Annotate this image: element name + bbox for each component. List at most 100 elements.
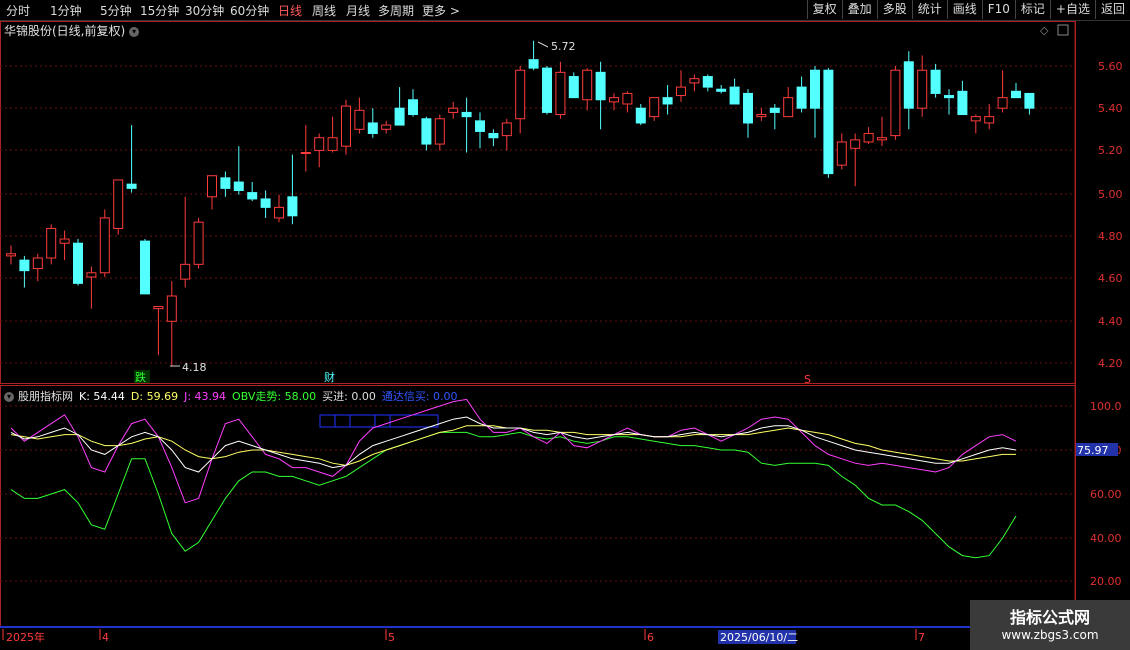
- main-chart-frame: [0, 21, 1076, 384]
- candle: [917, 55, 928, 117]
- candle: [247, 182, 258, 202]
- candle: [823, 68, 834, 178]
- candle: [354, 97, 365, 134]
- candle: [220, 171, 231, 197]
- candle: [769, 103, 780, 130]
- candle: [461, 97, 472, 153]
- indicator-menu-icon[interactable]: ▾: [4, 392, 14, 402]
- candle: [381, 120, 392, 134]
- candle: [193, 217, 204, 269]
- candle: [836, 133, 847, 170]
- price-axis-label: 4.60: [1098, 272, 1123, 285]
- event-s-label[interactable]: S: [804, 373, 811, 386]
- candle: [140, 239, 150, 295]
- obv-value: OBV走势: 58.00: [232, 390, 317, 403]
- indicator-axis-label: 60.00: [1090, 488, 1122, 501]
- candle: [568, 72, 579, 99]
- candle: [99, 209, 110, 277]
- candle: [743, 89, 753, 138]
- candle: [970, 114, 981, 134]
- event-die-label[interactable]: 跌: [135, 370, 146, 384]
- candle: [796, 76, 807, 113]
- watermark-title: 指标公式网: [1009, 608, 1090, 627]
- candle: [890, 66, 901, 140]
- candle: [408, 89, 418, 117]
- candle: [207, 175, 217, 210]
- candle: [421, 116, 432, 151]
- diamond-icon[interactable]: ◇: [1040, 24, 1049, 37]
- candle: [729, 78, 740, 105]
- signal-value: 通达信买: 0.00: [381, 390, 458, 403]
- indicator-axis-label: 20.00: [1090, 575, 1122, 588]
- candle: [341, 99, 351, 155]
- date-label-jul: 7: [918, 631, 925, 644]
- candle: [488, 129, 499, 147]
- indicator-name[interactable]: 股朋指标网: [18, 390, 73, 403]
- candle: [622, 91, 633, 113]
- candle: [542, 66, 552, 115]
- candle: [233, 146, 244, 195]
- candle: [180, 196, 191, 288]
- date-label-jun: 6: [647, 631, 654, 644]
- candle: [394, 87, 405, 126]
- indicator-grid: 100.080.0060.0040.0020.00: [0, 400, 1122, 588]
- indicator-header: ▾ 股朋指标网 K: 54.44 D: 59.69 J: 43.94 OBV走势: 58.…: [4, 388, 464, 404]
- candle: [582, 68, 593, 111]
- indicator-axis-label: 40.00: [1090, 532, 1122, 545]
- price-axis-label: 5.60: [1098, 60, 1123, 73]
- candle: [997, 70, 1008, 113]
- candle: [930, 63, 941, 98]
- candle: [59, 230, 70, 261]
- date-label-apr: 4: [102, 631, 109, 644]
- candle: [716, 84, 727, 94]
- date-label-may: 5: [388, 631, 395, 644]
- k-value: K: 54.44: [79, 390, 125, 403]
- candle: [863, 127, 874, 145]
- candle: [46, 224, 57, 265]
- d-value: D: 59.69: [130, 390, 179, 403]
- candle: [756, 108, 767, 121]
- candlesticks: [6, 40, 1035, 366]
- candle: [783, 87, 794, 118]
- low-price-label: 4.18: [182, 361, 207, 374]
- candle: [434, 114, 445, 151]
- buy-zone-box: [319, 414, 439, 428]
- watermark: 指标公式网 www.zbgs3.com: [970, 600, 1130, 650]
- candle: [1024, 92, 1035, 115]
- date-label-year: 2025年: [6, 630, 45, 644]
- price-axis-label: 5.00: [1098, 188, 1123, 201]
- price-axis-label: 5.20: [1098, 144, 1123, 157]
- candle: [850, 133, 861, 187]
- candle: [19, 255, 30, 288]
- window-icon[interactable]: [1057, 24, 1069, 36]
- candle: [260, 190, 271, 218]
- candle: [515, 66, 526, 134]
- price-axis-label: 4.40: [1098, 315, 1123, 328]
- candle: [903, 51, 914, 130]
- candle: [287, 154, 298, 225]
- candle: [153, 306, 164, 356]
- candle: [73, 239, 83, 286]
- candle: [314, 133, 325, 168]
- event-cai-label[interactable]: 财: [324, 370, 335, 384]
- price-axis-label: 4.80: [1098, 230, 1123, 243]
- candle: [113, 179, 124, 235]
- candle: [501, 118, 512, 151]
- price-axis-label: 4.20: [1098, 357, 1123, 370]
- candle: [327, 116, 338, 153]
- indicator-axis-label: 100.0: [1090, 400, 1122, 413]
- candle: [528, 40, 539, 71]
- j-value: J: 43.94: [184, 390, 227, 403]
- candle: [649, 97, 660, 121]
- candle: [877, 116, 887, 147]
- current-value-text: 75.97: [1077, 444, 1109, 457]
- candle: [810, 66, 820, 138]
- candle: [595, 61, 606, 130]
- candle: [300, 125, 311, 172]
- candle: [555, 61, 566, 119]
- indicator-frame: [0, 385, 1076, 627]
- candle: [166, 281, 177, 366]
- j-line: [10, 398, 1017, 504]
- high-price-label: 5.72: [551, 40, 576, 53]
- candle: [86, 266, 97, 309]
